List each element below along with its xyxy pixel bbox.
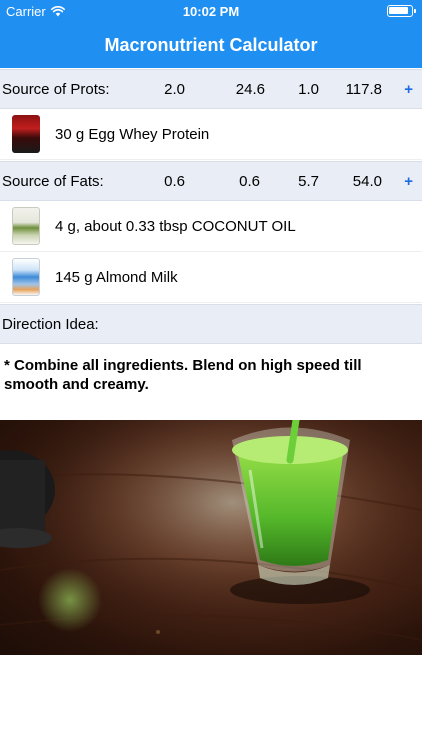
fat-value-3: 5.7: [298, 173, 319, 190]
ingredient-label: 145 g Almond Milk: [55, 269, 178, 286]
fat-value-1: 0.6: [164, 173, 185, 190]
ingredient-row-almond-milk[interactable]: 145 g Almond Milk: [0, 253, 422, 303]
direction-text: * Combine all ingredients. Blend on high…: [4, 357, 362, 393]
protein-value-3: 1.0: [298, 81, 319, 98]
add-protein-button[interactable]: +: [404, 81, 413, 98]
protein-source-header: Source of Prots: 2.0 24.6 1.0 117.8 +: [0, 69, 422, 109]
page-title: Macronutrient Calculator: [104, 35, 318, 55]
almond-milk-carton-image: [12, 258, 40, 296]
battery-icon: [387, 5, 416, 17]
direction-header: Direction Idea:: [0, 304, 422, 344]
protein-value-1: 2.0: [164, 81, 185, 98]
protein-value-4: 117.8: [345, 81, 382, 98]
add-fat-button[interactable]: +: [404, 173, 413, 190]
protein-value-2: 24.6: [235, 81, 265, 98]
status-bar: Carrier 10:02 PM: [0, 0, 422, 24]
fat-value-2: 0.6: [239, 173, 260, 190]
coconut-oil-jar-image: [12, 207, 40, 245]
ingredient-row-egg-whey-protein[interactable]: 30 g Egg Whey Protein: [0, 110, 422, 160]
fat-value-4: 54.0: [352, 173, 382, 190]
status-time: 10:02 PM: [182, 4, 240, 19]
navigation-header: Carrier 10:02 PM Macronutrient Calculato…: [0, 0, 422, 68]
smoothie-photo: [0, 420, 422, 655]
protein-tub-image: [12, 115, 40, 153]
smoothie-illustration: [0, 420, 422, 655]
ingredient-row-coconut-oil[interactable]: 4 g, about 0.33 tbsp COCONUT OIL: [0, 202, 422, 252]
ingredient-label: 30 g Egg Whey Protein: [55, 126, 210, 143]
fat-section-label: Source of Fats:: [2, 173, 104, 190]
protein-section-label: Source of Prots:: [2, 81, 110, 98]
fat-source-header: Source of Fats: 0.6 0.6 5.7 54.0 +: [0, 161, 422, 201]
ingredient-label: 4 g, about 0.33 tbsp COCONUT OIL: [55, 218, 296, 235]
direction-label: Direction Idea:: [2, 316, 99, 333]
